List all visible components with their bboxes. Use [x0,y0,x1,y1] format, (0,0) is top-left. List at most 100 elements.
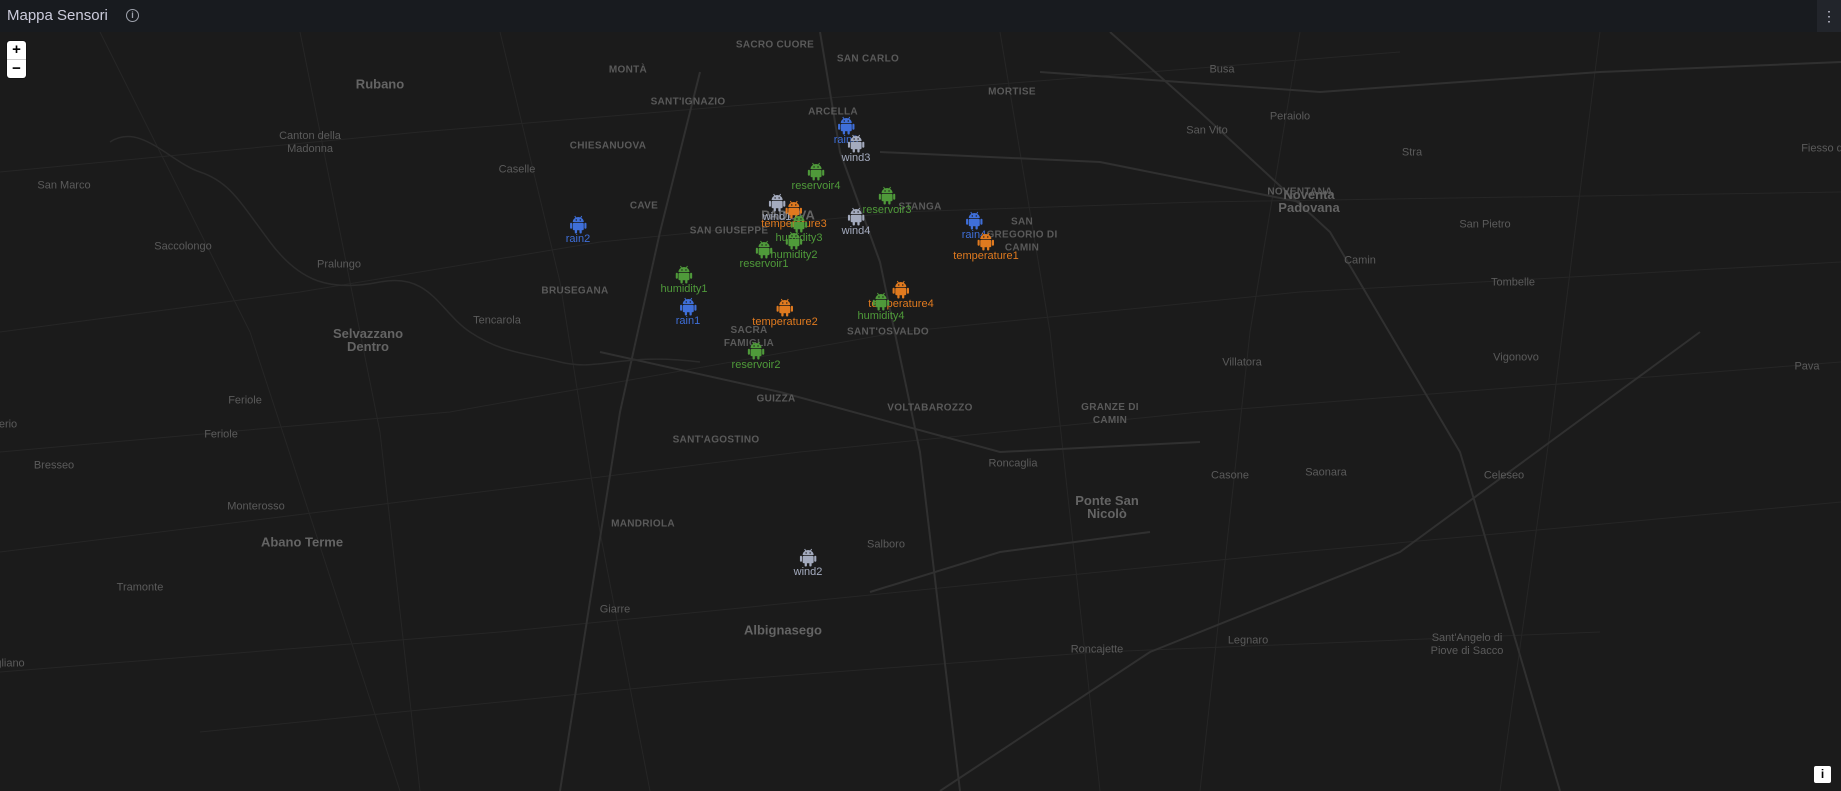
place-label: SANT'AGOSTINO [672,434,760,446]
sensor-marker-reservoir1[interactable]: reservoir1 [739,240,789,270]
place-label: Rubano [355,76,405,92]
sensor-marker-wind3[interactable]: wind3 [842,134,870,164]
place-label: Casone [1211,469,1249,482]
android-robot-icon [847,207,865,226]
zoom-out-button[interactable]: − [7,60,26,78]
sensor-marker-reservoir2[interactable]: reservoir2 [731,341,781,371]
place-label: Camin [1344,254,1376,267]
sensor-marker-temperature2[interactable]: temperature2 [752,298,818,328]
place-label: Selvazzano Dentro [332,326,404,354]
place-label: Roncajette [1070,643,1124,656]
android-robot-icon [569,215,587,234]
place-label: Stra [1401,146,1423,159]
sensor-label: reservoir4 [791,180,841,192]
android-robot-icon [837,116,855,135]
map-canvas[interactable]: SACRO CUORE SAN CARLO MONTÀ Rubano Busa MORTI… [0,32,1841,791]
sensor-label: temperature1 [953,250,1019,262]
place-label: gliano [0,657,25,670]
place-label: Monterosso [227,500,285,513]
place-label: Celeseo [1483,469,1525,482]
place-label: VOLTABAROZZO [887,402,973,414]
info-icon[interactable]: i [126,9,139,22]
place-label: SANT'OSVALDO [847,326,929,338]
place-label: GRANZE DI CAMIN [1081,402,1139,426]
place-label: Peraiolo [1269,110,1311,123]
sensor-label: temperature2 [752,316,818,328]
android-robot-icon [872,292,890,311]
sensor-label: wind4 [841,225,871,237]
android-robot-icon [807,162,825,181]
place-label: Tencarola [473,314,521,327]
sensor-marker-rain1[interactable]: rain1 [676,297,700,327]
place-label: BRUSEGANA [541,285,609,297]
android-robot-icon [776,298,794,317]
place-label: MONTÀ [608,64,648,76]
sensor-marker-humidity1[interactable]: humidity1 [660,265,708,295]
sensor-label: reservoir1 [739,258,789,270]
place-label: Ponte San Nicolò [1075,493,1139,521]
panel-header: Mappa Sensori i ⋮ [0,0,1841,33]
place-label: MANDRIOLA [611,518,675,530]
place-label: SAN GIUSEPPE [689,225,769,237]
sensor-label: reservoir2 [731,359,781,371]
place-label: Salboro [867,538,905,551]
sensor-label: humidity1 [660,283,708,295]
panel-menu-button[interactable]: ⋮ [1817,0,1841,32]
panel-title: Mappa Sensori [7,7,108,24]
place-label: Sant'Angelo di Piove di Sacco [1430,632,1504,657]
place-label: Feriole [204,428,238,441]
place-label: Busa [1209,63,1235,76]
android-robot-icon [878,186,896,205]
place-label: Pralungo [316,258,362,271]
place-label: Vigonovo [1493,351,1539,364]
zoom-control: + − [7,41,26,78]
sensor-marker-temperature1[interactable]: temperature1 [953,232,1019,262]
android-robot-icon [679,297,697,316]
sensor-marker-rain2[interactable]: rain2 [566,215,590,245]
sensor-label: humidity4 [857,310,905,322]
sensor-marker-humidity4[interactable]: humidity4 [857,292,905,322]
sensor-label: rain2 [565,233,591,245]
android-robot-icon [755,240,773,259]
place-label: Albignasego [743,622,823,638]
place-label: Fiesso d [1801,142,1841,155]
android-robot-icon [799,548,817,567]
place-label: CAVE [629,200,659,212]
place-label: Saonara [1305,466,1347,479]
android-robot-icon [847,134,865,153]
place-label: GUIZZA [756,393,796,405]
sensor-label: rain1 [675,315,701,327]
place-label: SANT'IGNAZIO [650,96,726,108]
place-label: MORTISE [988,86,1036,98]
place-label: erio [0,418,18,431]
android-robot-icon [675,265,693,284]
place-label: SACRO CUORE [735,39,815,51]
place-label: Feriole [228,394,262,407]
sensor-marker-wind4[interactable]: wind4 [841,207,871,237]
place-label: NOVENTANA [1267,186,1333,198]
android-robot-icon [965,211,983,230]
sensor-marker-wind2[interactable]: wind2 [793,548,823,578]
map-panel: Mappa Sensori i ⋮ SACRO CUORE SAN CARLO … [0,0,1841,791]
place-label: San Vito [1186,124,1228,137]
sensor-label: wind2 [793,566,823,578]
android-robot-icon [747,341,765,360]
android-robot-icon [977,232,995,251]
place-label: Caselle [498,163,536,176]
place-label: Saccolongo [154,240,212,253]
place-label: Bresseo [33,459,75,472]
sensor-marker-reservoir4[interactable]: reservoir4 [791,162,841,192]
place-label: Abano Terme [260,534,344,550]
place-label: Roncaglia [988,457,1038,470]
zoom-in-button[interactable]: + [7,41,26,60]
place-label: SAN CARLO [836,53,900,65]
place-label: Legnaro [1227,634,1269,647]
place-label: Pava [1794,360,1820,373]
place-label: Villatora [1222,356,1262,369]
attribution-button[interactable]: i [1814,766,1831,783]
place-label: Tramonte [116,581,164,594]
place-label: San Pietro [1459,218,1511,231]
place-label: Canton della Madonna [279,130,341,155]
place-label: San Marco [37,179,91,192]
place-label: Giarre [599,603,631,616]
